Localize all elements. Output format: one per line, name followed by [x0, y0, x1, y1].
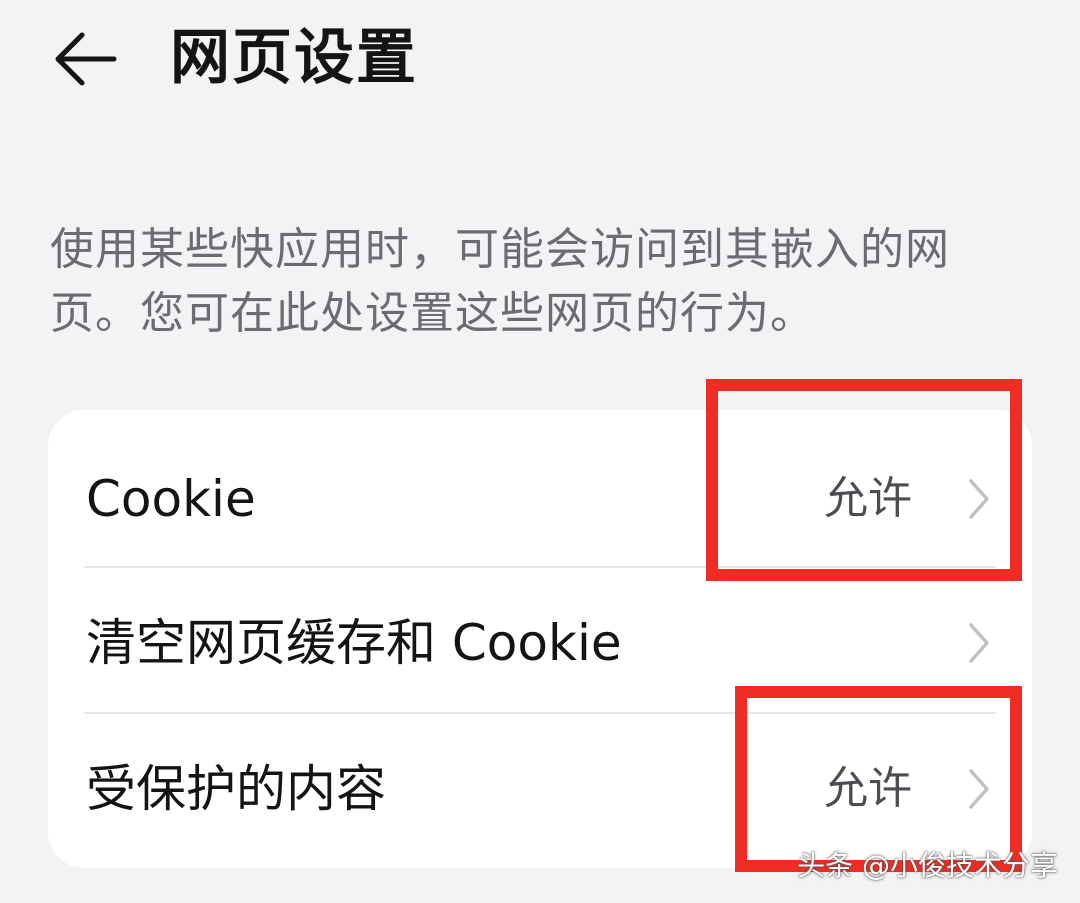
setting-row-protected-content[interactable]: 受保护的内容 允许 — [48, 716, 1032, 862]
arrow-left-icon — [55, 32, 117, 86]
setting-value: 允许 — [824, 473, 912, 524]
setting-value: 允许 — [824, 763, 912, 814]
settings-card: Cookie 允许 清空网页缓存和 Cookie 受保护的内容 允许 — [48, 410, 1032, 868]
chevron-right-icon — [964, 620, 994, 666]
page-description: 使用某些快应用时，可能会访问到其嵌入的网页。您可在此处设置这些网页的行为。 — [50, 224, 950, 339]
watermark: 头条 @小俊技术分享 — [797, 849, 1058, 882]
setting-label: 受保护的内容 — [86, 760, 386, 818]
setting-row-clear-cache[interactable]: 清空网页缓存和 Cookie — [48, 570, 1032, 716]
back-button[interactable] — [46, 20, 124, 98]
setting-row-cookie[interactable]: Cookie 允许 — [48, 426, 1032, 572]
chevron-right-icon — [964, 766, 994, 812]
app-header: 网页设置 — [0, 0, 1080, 120]
page-title: 网页设置 — [170, 23, 418, 93]
setting-label: 清空网页缓存和 Cookie — [86, 614, 622, 672]
divider — [84, 712, 996, 714]
divider — [84, 566, 996, 568]
chevron-right-icon — [964, 476, 994, 522]
setting-label: Cookie — [86, 470, 256, 528]
